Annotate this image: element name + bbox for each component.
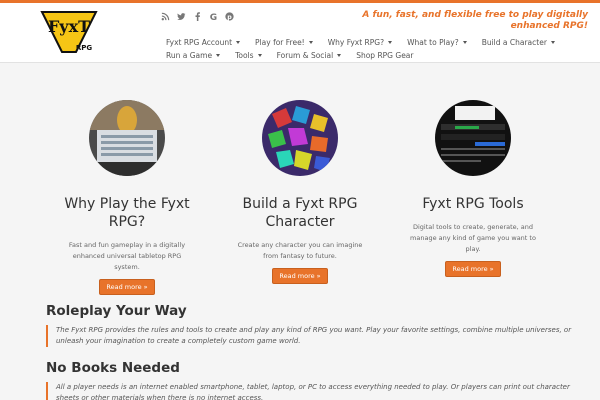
main-nav: Fyxt RPG Account Play for Free! Why Fyxt…: [166, 36, 576, 62]
pinterest-icon[interactable]: p: [225, 12, 234, 21]
svg-text:FyxT: FyxT: [48, 17, 90, 36]
chevron-down-icon: [388, 41, 393, 44]
feature-image-tools-screen[interactable]: [435, 100, 511, 176]
section-heading: No Books Needed: [46, 360, 180, 376]
nav-item-shop[interactable]: Shop RPG Gear: [356, 49, 413, 62]
rss-icon[interactable]: [161, 12, 170, 21]
nav-item-what-to-play[interactable]: What to Play?: [407, 36, 467, 49]
nav-item-play-free[interactable]: Play for Free!: [255, 36, 313, 49]
svg-text:G: G: [210, 13, 217, 21]
logo-shield-icon: FyxT RPG: [40, 11, 98, 53]
twitter-icon[interactable]: [177, 12, 186, 21]
feature-text: Create any character you can imagine fro…: [237, 241, 363, 260]
nav-item-account[interactable]: Fyxt RPG Account: [166, 36, 241, 49]
chevron-down-icon: [257, 54, 262, 57]
chevron-down-icon: [216, 54, 221, 57]
read-more-button[interactable]: Read more »: [445, 261, 501, 277]
site-logo[interactable]: FyxT RPG: [40, 6, 98, 56]
svg-text:RPG: RPG: [76, 44, 93, 52]
feature-build-character: Build a Fyxt RPG Character Create any ch…: [235, 100, 365, 284]
chevron-down-icon: [462, 41, 467, 44]
read-more-button[interactable]: Read more »: [272, 268, 328, 284]
section-roleplay: Roleplay Your Way The Fyxt RPG provides …: [46, 303, 586, 347]
facebook-icon[interactable]: [193, 12, 202, 21]
google-icon[interactable]: G: [209, 12, 218, 21]
feature-image-tabletop[interactable]: [89, 100, 165, 176]
nav-item-forum-social[interactable]: Forum & Social: [277, 49, 342, 62]
feature-text: Fast and fun gameplay in a digitally enh…: [68, 241, 186, 271]
feature-tools: Fyxt RPG Tools Digital tools to create, …: [408, 100, 538, 277]
feature-why-play: Why Play the Fyxt RPG? Fast and fun game…: [62, 100, 192, 295]
read-more-button[interactable]: Read more »: [99, 279, 155, 295]
feature-text: Digital tools to create, generate, and m…: [410, 223, 536, 253]
chevron-down-icon: [550, 41, 555, 44]
feature-title: Build a Fyxt RPG Character: [242, 196, 358, 230]
nav-item-run-game[interactable]: Run a Game: [166, 49, 221, 62]
feature-image-dice[interactable]: [262, 100, 338, 176]
svg-text:p: p: [227, 14, 232, 21]
nav-item-build-character[interactable]: Build a Character: [482, 36, 555, 49]
social-links: G p: [161, 12, 234, 21]
site-tagline: A fun, fast, and flexible free to play d…: [362, 10, 588, 31]
nav-item-why-fyxt[interactable]: Why Fyxt RPG?: [328, 36, 393, 49]
feature-title: Why Play the Fyxt RPG?: [64, 196, 190, 230]
section-quote: The Fyxt RPG provides the rules and tool…: [46, 325, 586, 347]
nav-item-tools[interactable]: Tools: [235, 49, 262, 62]
site-header: FyxT RPG G p A fun, fast, and flexible f…: [0, 3, 600, 63]
nav-row-2: Run a Game Tools Forum & Social Shop RPG…: [166, 49, 576, 62]
section-heading: Roleplay Your Way: [46, 303, 187, 319]
section-no-books: No Books Needed All a player needs is an…: [46, 360, 586, 400]
chevron-down-icon: [308, 41, 313, 44]
section-quote: All a player needs is an internet enable…: [46, 382, 586, 400]
nav-row-1: Fyxt RPG Account Play for Free! Why Fyxt…: [166, 36, 576, 49]
feature-title: Fyxt RPG Tools: [422, 196, 524, 212]
chevron-down-icon: [236, 41, 241, 44]
chevron-down-icon: [337, 54, 342, 57]
